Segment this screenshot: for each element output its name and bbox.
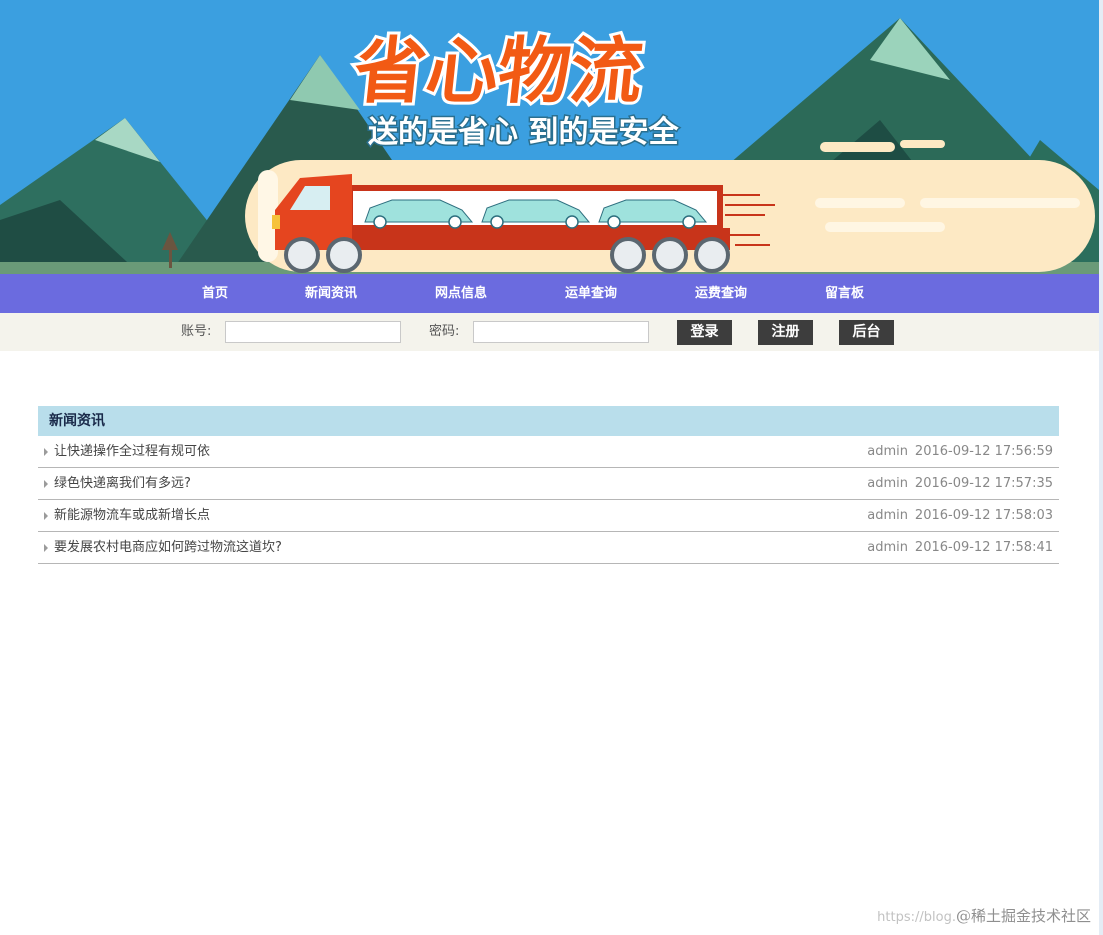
nav-item-home[interactable]: 首页 — [202, 274, 228, 313]
news-date: 2016-09-12 17:58:03 — [914, 508, 1053, 523]
watermark-prefix: https://blog. — [877, 910, 956, 925]
header-banner: 省心物流 送的是省心 到的是安全 — [0, 0, 1099, 274]
news-heading: 新闻资讯 — [38, 406, 1059, 436]
news-row: 新能源物流车或成新增长点 admin 2016-09-12 17:58:03 — [38, 500, 1059, 532]
watermark: https://blog.@稀土掘金技术社区 — [877, 905, 1091, 926]
news-author: admin — [867, 476, 908, 491]
nav-item-message-board[interactable]: 留言板 — [825, 274, 864, 313]
news-date: 2016-09-12 17:58:41 — [914, 540, 1053, 555]
news-title-link[interactable]: 绿色快递离我们有多远? — [54, 468, 191, 499]
login-bar: 账号: 密码: 登录 注册 后台 — [0, 313, 1099, 351]
password-input[interactable] — [473, 321, 649, 343]
banner-slogan: 送的是省心 到的是安全 — [368, 115, 679, 150]
news-row: 让快递操作全过程有规可依 admin 2016-09-12 17:56:59 — [38, 436, 1059, 468]
nav-item-freight-query[interactable]: 运费查询 — [695, 274, 747, 313]
window-edge — [1099, 0, 1103, 935]
news-date: 2016-09-12 17:57:35 — [914, 476, 1053, 491]
watermark-site: @稀土掘金技术社区 — [955, 907, 1091, 925]
nav-item-news[interactable]: 新闻资讯 — [305, 274, 357, 313]
page: 省心物流 送的是省心 到的是安全 首页 新闻资讯 网点信息 运单查询 运费查询 … — [0, 0, 1099, 935]
nav-item-outlets[interactable]: 网点信息 — [435, 274, 487, 313]
register-button[interactable]: 注册 — [758, 320, 813, 345]
nav-item-waybill-query[interactable]: 运单查询 — [565, 274, 617, 313]
bullet-icon — [44, 480, 48, 488]
bullet-icon — [44, 544, 48, 552]
news-section: 新闻资讯 让快递操作全过程有规可依 admin 2016-09-12 17:56… — [38, 406, 1059, 564]
banner-illustration: 省心物流 送的是省心 到的是安全 — [0, 0, 1099, 274]
bullet-icon — [44, 448, 48, 456]
news-author: admin — [867, 444, 908, 459]
news-title-link[interactable]: 新能源物流车或成新增长点 — [54, 500, 210, 531]
main-nav: 首页 新闻资讯 网点信息 运单查询 运费查询 留言板 — [0, 274, 1099, 313]
news-title-link[interactable]: 让快递操作全过程有规可依 — [54, 436, 210, 467]
news-date: 2016-09-12 17:56:59 — [914, 444, 1053, 459]
news-author: admin — [867, 540, 908, 555]
banner-title: 省心物流 — [350, 30, 647, 114]
news-row: 要发展农村电商应如何跨过物流这道坎? admin 2016-09-12 17:5… — [38, 532, 1059, 564]
bullet-icon — [44, 512, 48, 520]
news-title-link[interactable]: 要发展农村电商应如何跨过物流这道坎? — [54, 532, 282, 563]
account-label: 账号: — [181, 324, 212, 339]
account-input[interactable] — [225, 321, 401, 343]
login-button[interactable]: 登录 — [677, 320, 732, 345]
news-author: admin — [867, 508, 908, 523]
password-label: 密码: — [429, 324, 460, 339]
admin-button[interactable]: 后台 — [839, 320, 894, 345]
news-row: 绿色快递离我们有多远? admin 2016-09-12 17:57:35 — [38, 468, 1059, 500]
